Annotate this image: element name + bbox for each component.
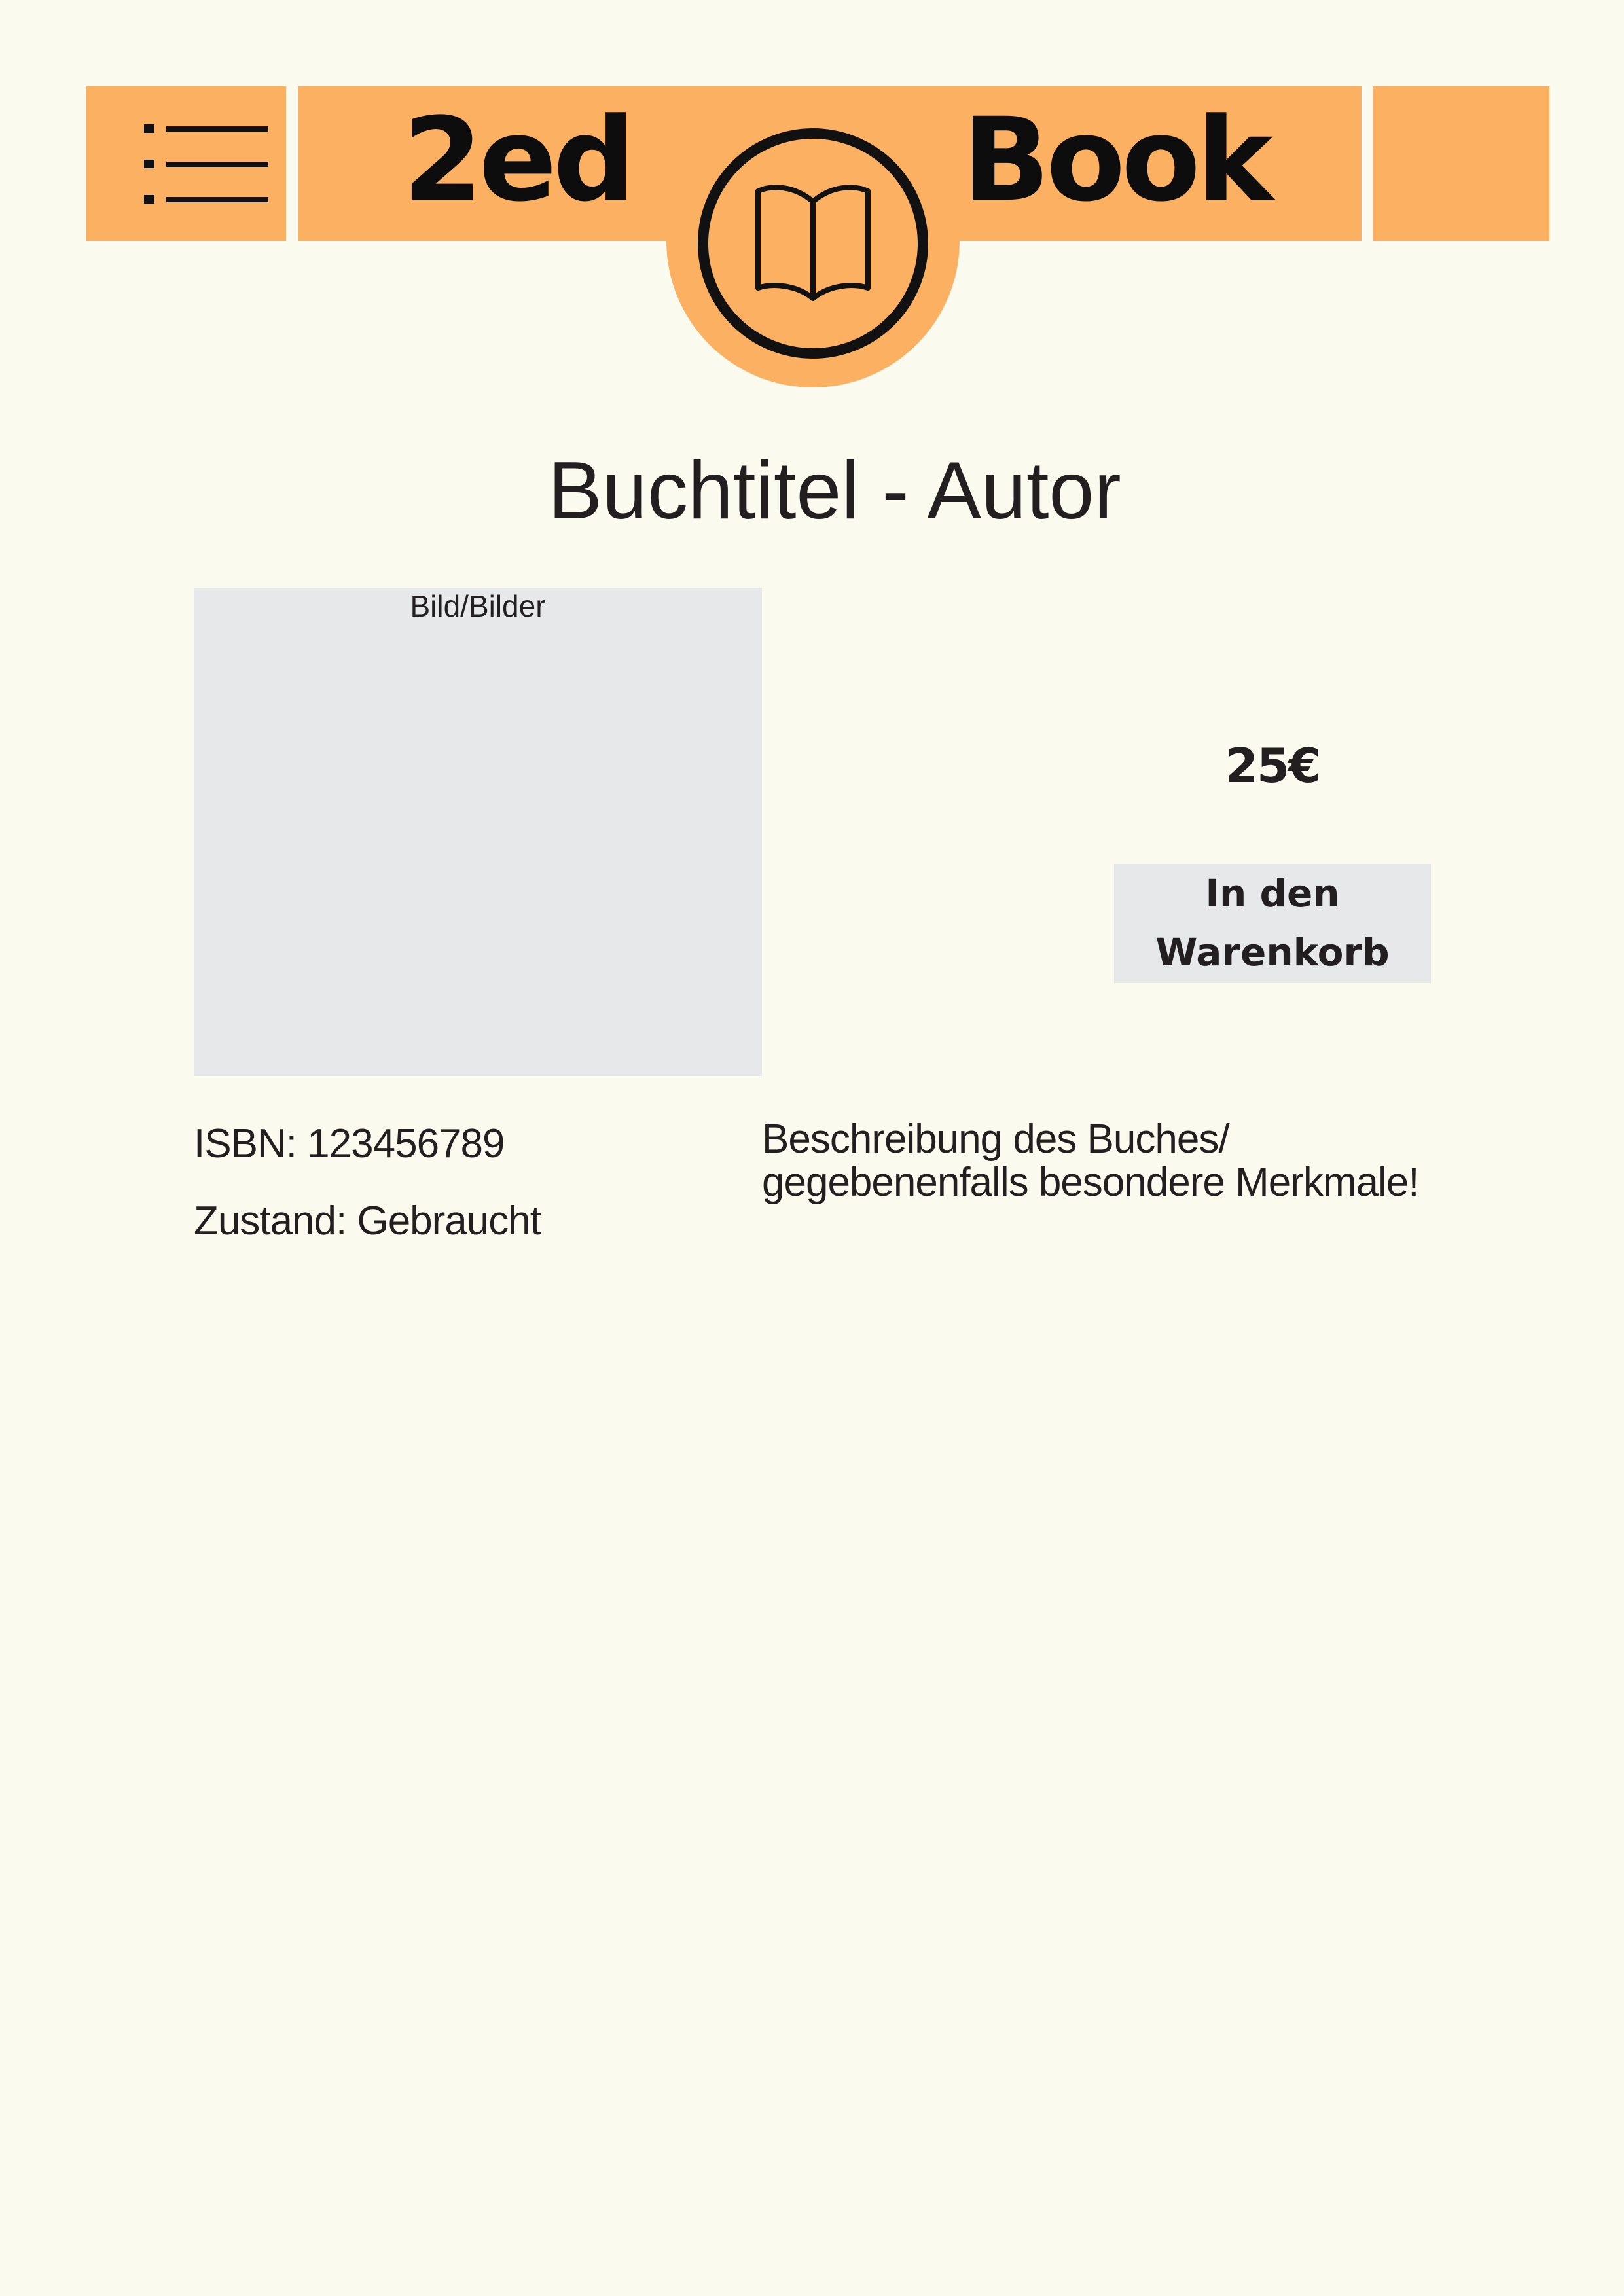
open-book-icon[interactable]: [666, 97, 960, 390]
description-line: Beschreibung des Buches/: [762, 1117, 1230, 1162]
brand-name-right: Book: [962, 93, 1273, 227]
condition-text: Zustand: Gebraucht: [194, 1198, 541, 1244]
book-description: Beschreibung des Buches/ gegebenenfalls …: [762, 1118, 1515, 1204]
price-label: 25€: [1225, 738, 1321, 793]
header-right-panel[interactable]: [1373, 86, 1549, 241]
image-caption: Bild/Bilder: [410, 589, 546, 623]
description-line: gegebenenfalls besondere Merkmale!: [762, 1160, 1419, 1205]
product-image-placeholder[interactable]: Bild/Bilder: [194, 588, 762, 1076]
add-to-cart-button[interactable]: In den Warenkorb: [1114, 864, 1431, 983]
menu-list-icon[interactable]: [144, 123, 268, 205]
page-title: Buchtitel - Autor: [548, 446, 1121, 536]
isbn-text: ISBN: 123456789: [194, 1121, 505, 1166]
add-to-cart-label: In den Warenkorb: [1155, 871, 1390, 975]
brand-name-left: 2ed: [403, 93, 636, 227]
